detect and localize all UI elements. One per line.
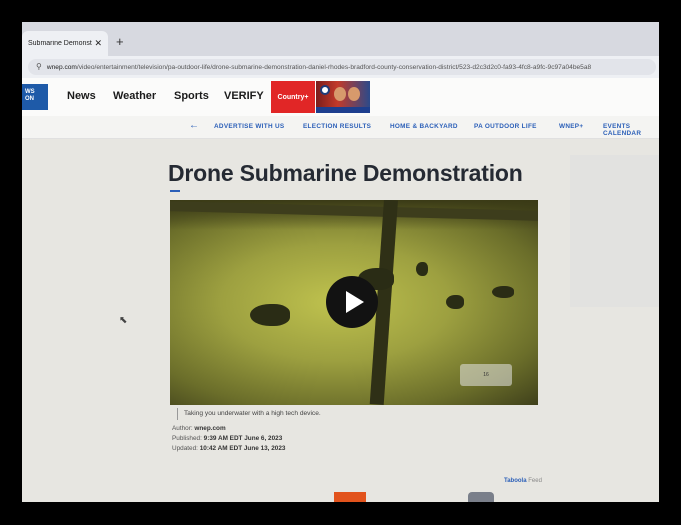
site-header: WS ON News Weather Sports VERIFY Country… <box>22 78 659 117</box>
logo-text: WS ON <box>25 89 35 102</box>
promo-label: Country+ <box>277 93 309 101</box>
ad-banner[interactable] <box>316 81 370 113</box>
arrow-left-icon[interactable]: ← <box>189 120 199 131</box>
video-player[interactable]: 16 <box>170 200 538 405</box>
play-icon <box>345 291 364 313</box>
url-host: wnep.com <box>46 64 77 71</box>
taboola-brand: Taboola <box>504 478 527 484</box>
author-link[interactable]: wnep.com <box>194 425 225 432</box>
updated-line: Updated: 10:42 AM EDT June 13, 2023 <box>172 445 285 452</box>
mouse-cursor-icon: ⬉ <box>119 315 128 326</box>
badge-icon <box>320 85 330 95</box>
video-caption: Taking you underwater with a high tech d… <box>177 408 321 420</box>
tab-title: Submarine Demonstratio <box>28 40 92 47</box>
url-path: /video/entertainment/television/pa-outdo… <box>76 64 592 71</box>
station-watermark: 16 <box>460 364 512 386</box>
published-label: Published: <box>172 435 202 442</box>
taboola-feed: Feed <box>528 478 542 484</box>
author-line: Author: wnep.com <box>172 425 226 432</box>
updated-label: Updated: <box>172 445 198 452</box>
site-info-icon[interactable]: ⚲ <box>36 59 42 75</box>
recommended-thumbnail[interactable] <box>334 492 366 502</box>
fish-image <box>416 262 428 276</box>
subnav-home-backyard[interactable]: HOME & BACKYARD <box>390 123 458 130</box>
author-label: Author: <box>172 425 193 432</box>
promo-button[interactable]: Country+ <box>271 81 315 113</box>
address-bar[interactable]: ⚲ wnep.com/video/entertainment/television… <box>28 59 656 75</box>
published-date: 9:39 AM EDT June 6, 2023 <box>203 435 283 442</box>
subnav-advertise[interactable]: ADVERTISE WITH US <box>214 123 284 130</box>
site-logo[interactable]: WS ON <box>22 84 48 110</box>
nav-verify[interactable]: VERIFY <box>224 90 264 102</box>
published-line: Published: 9:39 AM EDT June 6, 2023 <box>172 435 282 442</box>
person-image <box>348 87 360 101</box>
recommended-thumbnail[interactable] <box>468 492 494 502</box>
new-tab-button[interactable]: + <box>116 34 124 49</box>
play-button[interactable] <box>326 276 378 328</box>
subnav-events-calendar[interactable]: EVENTS CALENDAR <box>603 123 659 137</box>
nav-news[interactable]: News <box>67 90 96 102</box>
taboola-feed-label[interactable]: Taboola Feed <box>504 478 542 484</box>
ad-strip <box>316 107 370 113</box>
screen: Submarine Demonstratio ✕ + ⚲ wnep.com/vid… <box>22 22 659 502</box>
watermark-text: 16 <box>483 372 489 378</box>
address-bar-row: ⚲ wnep.com/video/entertainment/television… <box>22 56 659 78</box>
fish-image <box>250 304 290 326</box>
title-accent-rule <box>170 190 180 192</box>
person-image <box>334 87 346 101</box>
sidebar-ad <box>570 155 659 307</box>
subnav-wnep-plus[interactable]: WNEP+ <box>559 123 583 130</box>
subnav-pa-outdoor-life[interactable]: PA OUTDOOR LIFE <box>474 123 537 130</box>
updated-date: 10:42 AM EDT June 13, 2023 <box>199 445 286 452</box>
nav-weather[interactable]: Weather <box>113 90 156 102</box>
fish-image <box>446 295 464 309</box>
secondary-nav: ← ADVERTISE WITH US ELECTION RESULTS HOM… <box>22 116 659 139</box>
tab-close-icon[interactable]: ✕ <box>94 38 102 49</box>
page-title: Drone Submarine Demonstration <box>168 160 523 186</box>
fish-image <box>492 286 514 298</box>
browser-tab-strip: Submarine Demonstratio ✕ + <box>22 22 659 56</box>
nav-sports[interactable]: Sports <box>174 90 209 102</box>
browser-tab[interactable]: Submarine Demonstratio ✕ <box>22 31 108 56</box>
subnav-election-results[interactable]: ELECTION RESULTS <box>303 123 371 130</box>
